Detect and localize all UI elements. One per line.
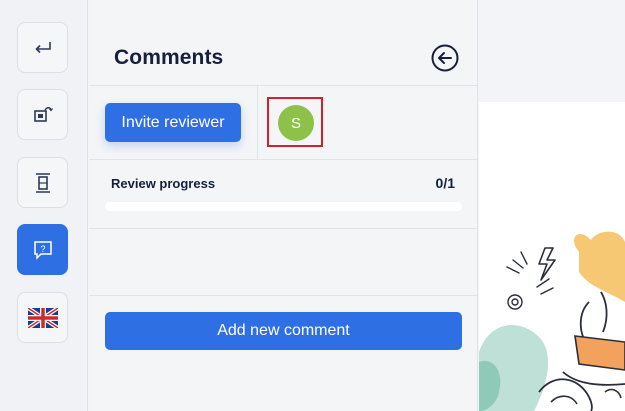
invite-reviewer-button[interactable]: Invite reviewer <box>105 103 241 142</box>
comments-panel: Comments Invite reviewer S Review progre… <box>89 0 478 411</box>
left-toolbar: ? <box>0 0 88 411</box>
comments-button[interactable]: ? <box>17 224 68 275</box>
page-title: Comments <box>114 46 224 69</box>
divider <box>89 85 478 86</box>
review-progress-label: Review progress <box>111 176 216 191</box>
divider <box>89 295 478 296</box>
review-progress-bar <box>105 202 462 211</box>
svg-text:?: ? <box>40 244 45 254</box>
uk-flag-icon <box>27 307 58 328</box>
divider <box>89 228 478 229</box>
divider <box>89 159 478 160</box>
arrow-left-circle-icon <box>431 44 459 72</box>
help-chat-icon: ? <box>33 240 52 260</box>
reviewer-avatar-highlight: S <box>267 97 323 147</box>
return-button[interactable] <box>17 22 68 73</box>
document-canvas[interactable] <box>479 102 625 411</box>
avatar[interactable]: S <box>278 105 314 141</box>
return-icon <box>34 41 51 53</box>
collapse-panel-button[interactable] <box>431 44 459 72</box>
language-button[interactable] <box>17 292 68 343</box>
add-comment-button[interactable]: Add new comment <box>105 312 462 350</box>
illustration <box>479 231 625 411</box>
layout-swap-button[interactable] <box>17 89 68 140</box>
canvas-header-area <box>479 0 625 102</box>
frame-icon <box>35 172 50 193</box>
review-progress-count: 0/1 <box>435 175 455 191</box>
layout-swap-icon <box>33 106 53 122</box>
frame-button[interactable] <box>17 157 68 208</box>
divider <box>257 86 258 159</box>
